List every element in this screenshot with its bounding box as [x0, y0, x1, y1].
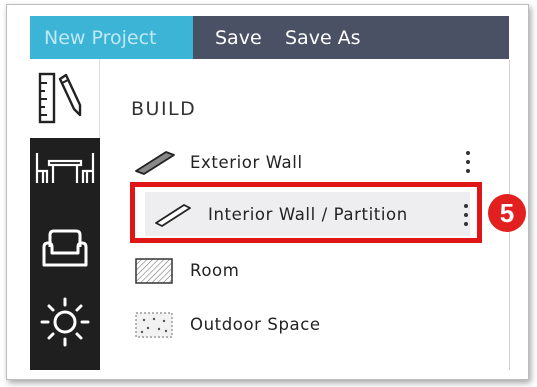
build-item-label: Interior Wall / Partition: [208, 204, 408, 224]
dining-table-icon[interactable]: [33, 149, 97, 191]
build-item-label: Outdoor Space: [190, 314, 321, 334]
armchair-icon[interactable]: [40, 225, 90, 275]
interior-wall-more-icon[interactable]: [463, 204, 469, 226]
outdoor-space-icon: [135, 312, 173, 338]
room-hatch-icon: [135, 258, 173, 284]
build-item-interior-wall[interactable]: Interior Wall / Partition: [152, 196, 408, 232]
save-as-tab[interactable]: Save As: [271, 16, 361, 59]
category-sidebar: [30, 59, 100, 370]
build-item-label: Room: [190, 260, 240, 280]
build-item-exterior-wall[interactable]: Exterior Wall: [134, 144, 303, 180]
sidebar-build-category[interactable]: [30, 59, 100, 138]
save-tab[interactable]: Save: [193, 16, 271, 59]
new-project-tab[interactable]: New Project: [30, 16, 193, 59]
interior-wall-icon: [155, 204, 191, 227]
exterior-wall-icon: [135, 151, 175, 175]
build-item-room[interactable]: Room: [134, 252, 239, 288]
panel-title: BUILD: [131, 98, 197, 120]
build-item-label: Exterior Wall: [190, 152, 303, 172]
ruler-pencil-icon: [38, 72, 82, 124]
step-number-badge: 5: [488, 194, 526, 232]
sun-icon[interactable]: [38, 295, 92, 349]
build-item-outdoor-space[interactable]: Outdoor Space: [134, 306, 321, 342]
exterior-wall-more-icon[interactable]: [465, 151, 471, 173]
top-menu-bar: New Project Save Save As: [30, 16, 509, 59]
